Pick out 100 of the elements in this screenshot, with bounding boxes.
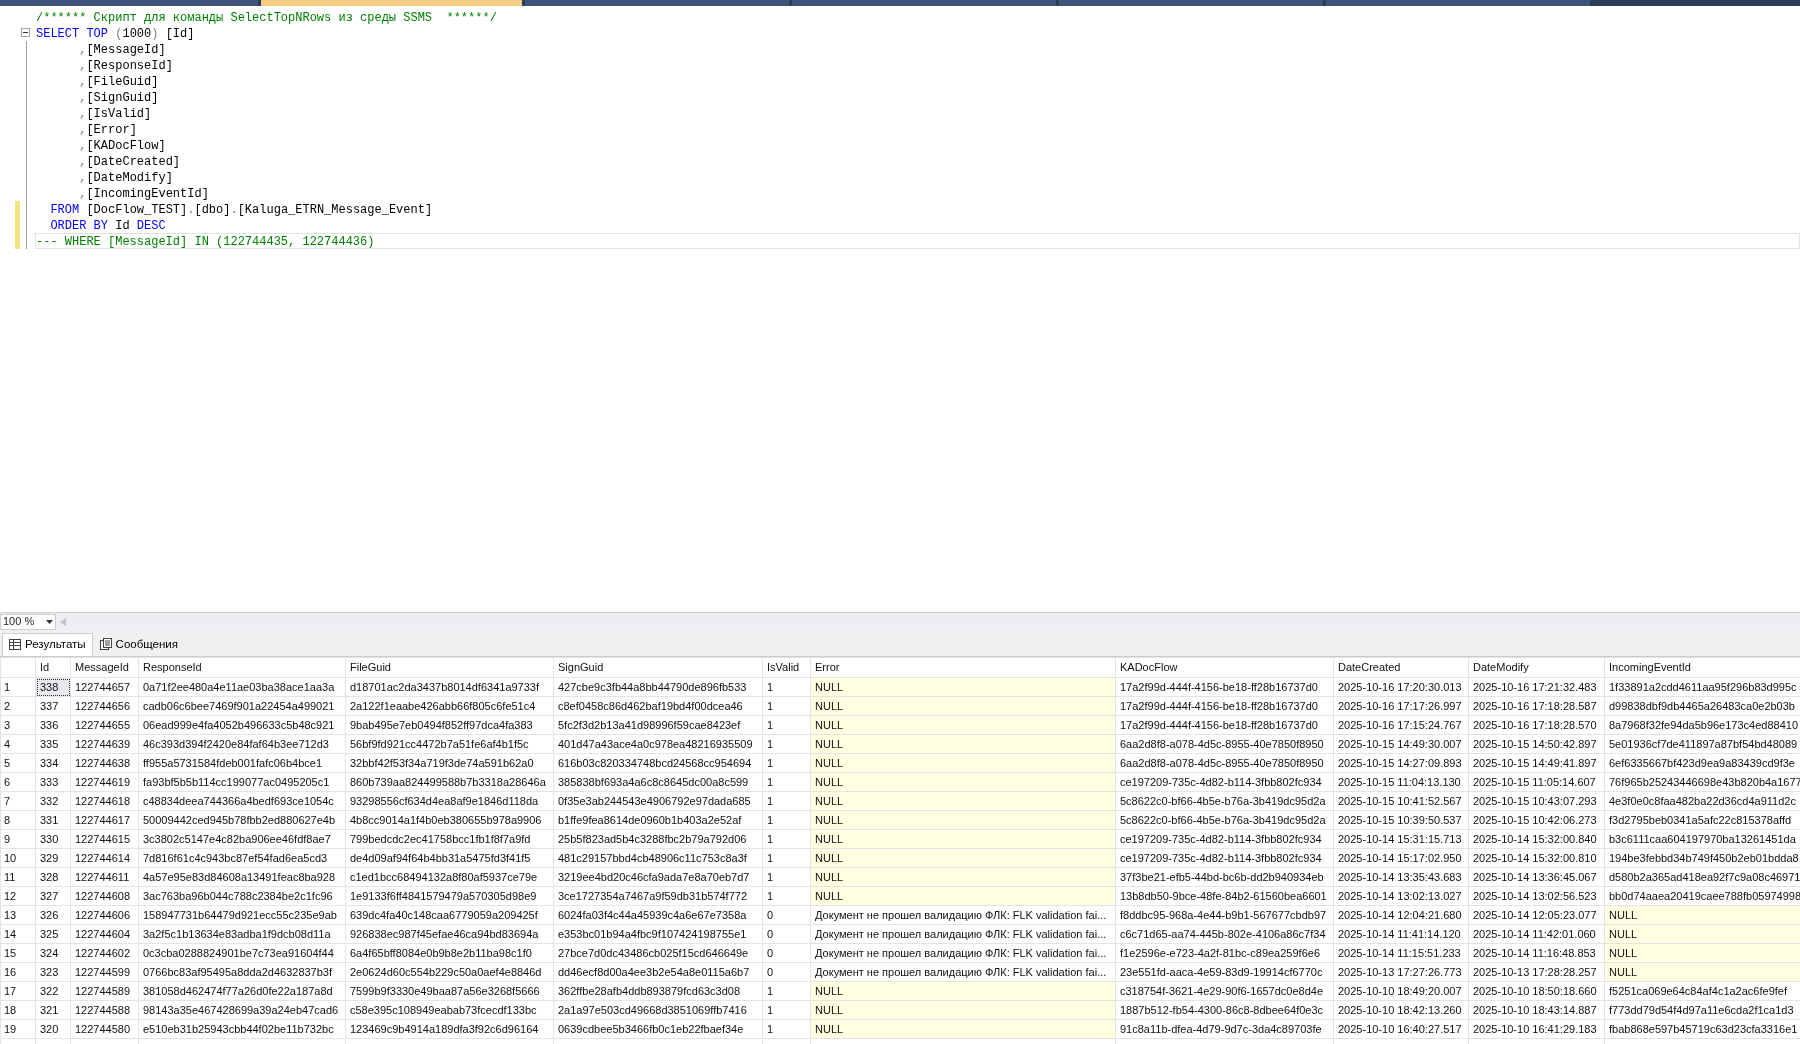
table-cell: Документ не прошел валидацию ФЛК: FLK validation fai... (810, 905, 1116, 925)
table-cell: 2025-10-15 14:27:09.893 (1333, 753, 1469, 773)
column-header[interactable]: Id (35, 657, 71, 678)
table-cell: 46c393d394f2420e84faf64b3ee712d3 (138, 734, 346, 754)
collapse-icon[interactable] (21, 28, 30, 37)
row-number: 16 (0, 962, 36, 982)
table-cell: 2025-10-16 17:18:28.587 (1468, 696, 1605, 716)
table-cell: e510eb31b25943cbb44f02be11b732bc (138, 1019, 346, 1039)
column-header[interactable]: ResponseId (138, 657, 346, 678)
table-cell: 2025-10-14 13:02:56.523 (1468, 886, 1605, 906)
table-cell: 326 (35, 905, 71, 925)
table-cell: 3a2f5c1b13634e83adba1f9dcb08d11a (138, 924, 346, 944)
table-cell: 381058d462474f77a26d0fe22a187a8d (138, 981, 346, 1001)
table-cell: 13b8db50-9bce-48fe-84b2-61560bea6601 (1115, 886, 1334, 906)
zoom-dropdown[interactable]: 100 % (0, 613, 56, 630)
code-line: /****** Скрипт для команды SelectTopNRows из среды SSMS ******/ (35, 10, 498, 25)
table-cell: cadb06c6bee7469f901a22454a499021 (138, 696, 346, 716)
table-cell: 2025-10-14 15:32:00.840 (1468, 829, 1605, 849)
table-cell: 362ffbe28afb4ddb893879fcd63c3d08 (553, 981, 763, 1001)
table-cell: 17a2f99d-444f-4156-be18-ff28b16737d0 (1115, 677, 1334, 697)
table-cell: f8ddbc95-968a-4e44-b9b1-567677cbdb97 (1115, 905, 1334, 925)
table-cell: 2a122f1eaabe426abb66f805c6fe51c4 (345, 696, 554, 716)
table-cell: 2a1a97e503cd49668d3851069ffb7416 (553, 1000, 763, 1020)
table-cell: 1 (762, 677, 811, 697)
document-tab[interactable] (261, 0, 522, 6)
column-header[interactable]: IsValid (762, 657, 811, 678)
document-tab[interactable] (525, 0, 789, 6)
table-cell: 2e0624d60c554b229c50a0aef4e8846d (345, 962, 554, 982)
table-cell: 328 (35, 867, 71, 887)
row-number: 3 (0, 715, 36, 735)
table-cell: 2025-10-14 12:05:23.077 (1468, 905, 1605, 925)
table-cell: 122744656 (70, 696, 139, 716)
table-cell: 2025-10-14 15:31:15.713 (1333, 829, 1469, 849)
results-tab[interactable]: Результаты (2, 632, 93, 656)
code-line: SELECT TOP (1000) [Id] (35, 26, 196, 41)
table-cell: c8ef0458c86d462baf19bd4f00dcea46 (553, 696, 763, 716)
column-header[interactable]: KADocFlow (1115, 657, 1334, 678)
table-cell: d18701ac2da3437b8014df6341a9733f (345, 677, 554, 697)
table-cell: 123469c9b4914a189dfa3f92c6d96164 (345, 1019, 554, 1039)
table-cell: 122744589 (70, 981, 139, 1001)
table-cell: ce197209-735c-4d82-b114-3fbb802fc934 (1115, 848, 1334, 868)
table-cell: 9bab495e7eb0494f852ff97dca4fa383 (345, 715, 554, 735)
document-tab[interactable] (1059, 0, 1323, 6)
table-cell: 122744602 (70, 943, 139, 963)
table-cell: 320 (35, 1019, 71, 1039)
scroll-left-icon[interactable] (60, 617, 66, 626)
table-cell: 56bf9fd921cc4472b7a51fe6af4b1f5c (345, 734, 554, 754)
column-header[interactable]: DateModify (1468, 657, 1605, 678)
table-cell: 1 (762, 886, 811, 906)
table-cell: c58e395c108949eabab73fcecdf133bc (345, 1000, 554, 1020)
document-tab[interactable] (0, 0, 258, 6)
column-header[interactable]: IncomingEventId (1604, 657, 1800, 678)
table-cell: 1 (762, 715, 811, 735)
table-cell: 1 (762, 772, 811, 792)
table-cell: 122744657 (70, 677, 139, 697)
table-cell: 4b8cc9014a1f4b0eb380655b978a9906 (345, 810, 554, 830)
table-cell: 122744617 (70, 810, 139, 830)
table-cell: 334 (35, 753, 71, 773)
table-cell: e353bc01b94a4fbc9f107424198755e1 (553, 924, 763, 944)
table-cell: 2025-10-10 16:40:27.517 (1333, 1019, 1469, 1039)
column-header[interactable]: MessageId (70, 657, 139, 678)
table-cell: fa93bf5b5b114cc199077ac0495205c1 (138, 772, 346, 792)
column-header[interactable]: DateCreated (1333, 657, 1469, 678)
table-cell: 122744611 (70, 867, 139, 887)
column-header[interactable]: SignGuid (553, 657, 763, 678)
row-number: 14 (0, 924, 36, 944)
table-cell: 2025-10-14 13:02:13.027 (1333, 886, 1469, 906)
row-number: 8 (0, 810, 36, 830)
table-cell: 0 (762, 924, 811, 944)
table-cell: 2025-10-15 14:49:30.007 (1333, 734, 1469, 754)
table-cell: 335 (35, 734, 71, 754)
table-cell: 427cbe9c3fb44a8bb44790de896fb533 (553, 677, 763, 697)
document-tab[interactable] (792, 0, 1056, 6)
table-cell: 3c3802c5147e4c82ba906ee46fdf8ae7 (138, 829, 346, 849)
table-cell: 481c29157bbd4cb48906c11c753c8a3f (553, 848, 763, 868)
table-cell: c6c71d65-aa74-445b-802e-4106a86c7f34 (1115, 924, 1334, 944)
table-cell: 158947731b64479d921ecc55c235e9ab (138, 905, 346, 925)
table-cell: 330 (35, 829, 71, 849)
table-cell: 23e551fd-aaca-4e59-83d9-19914cf6770c (1115, 962, 1334, 982)
table-cell: 27bce7d0dc43486cb025f15cd646649e (553, 943, 763, 963)
row-number: 11 (0, 867, 36, 887)
table-cell: 122744604 (70, 924, 139, 944)
row-number: 18 (0, 1000, 36, 1020)
column-header[interactable]: Error (810, 657, 1116, 678)
table-cell: 2025-10-15 10:43:07.293 (1468, 791, 1605, 811)
table-cell: 1 (762, 829, 811, 849)
column-header[interactable]: FileGuid (345, 657, 554, 678)
table-cell: 0639cdbee5b3466fb0c1eb22fbaef34e (553, 1019, 763, 1039)
table-cell: 0a71f2ee480a4e11ae03ba38ace1aa3a (138, 677, 346, 697)
table-cell: 1 (762, 848, 811, 868)
code-line: ,[FileGuid] (78, 74, 160, 89)
results-tab[interactable]: Сообщения (92, 632, 185, 656)
document-tab[interactable] (1326, 0, 1590, 6)
table-cell: 321 (35, 1000, 71, 1020)
table-cell: 323 (35, 962, 71, 982)
row-number: 13 (0, 905, 36, 925)
table-cell: 332 (35, 791, 71, 811)
table-cell: 4a57e95e83d84608a13491feac8ba928 (138, 867, 346, 887)
table-cell: 0f35e3ab244543e4906792e97dada685 (553, 791, 763, 811)
code-line: FROM [DocFlow_TEST].[dbo].[Kaluga_ETRN_Message_Event] (49, 202, 434, 217)
